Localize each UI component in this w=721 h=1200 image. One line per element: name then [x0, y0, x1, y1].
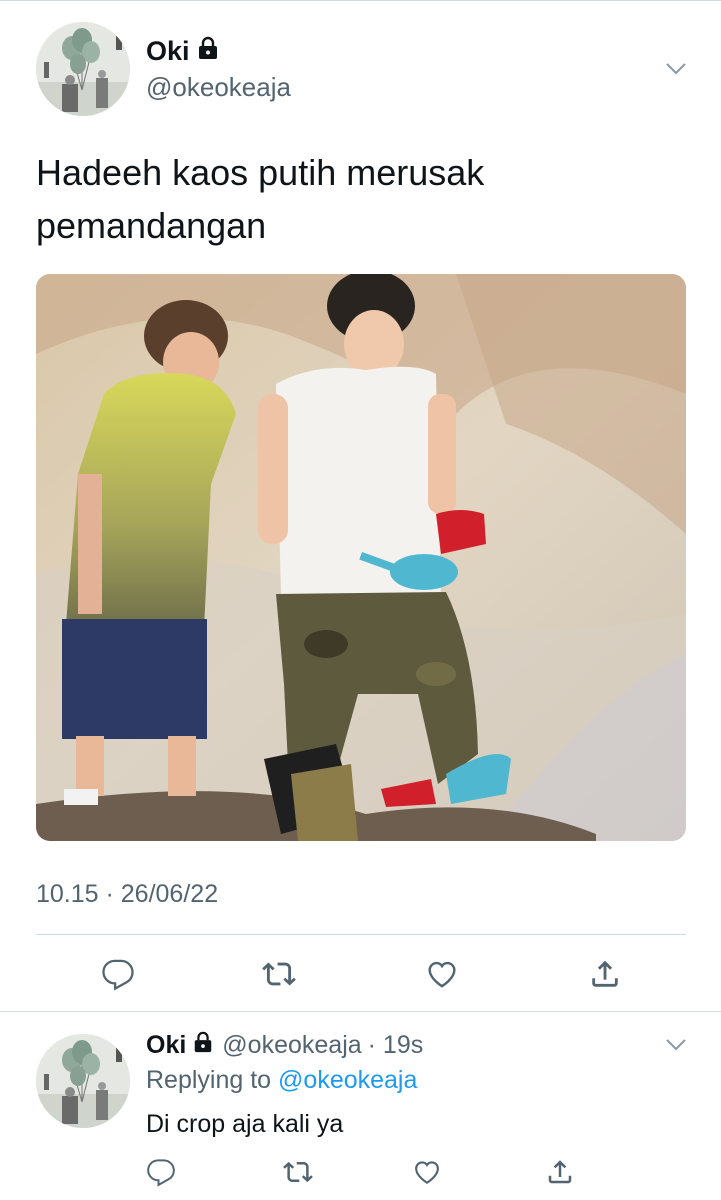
retweet-icon[interactable]	[262, 957, 296, 991]
tweet-text: Hadeeh kaos putih merusak pemandangan	[36, 152, 485, 246]
reply-text: Di crop aja kali ya	[146, 1110, 344, 1138]
lock-icon	[192, 1031, 214, 1060]
reply-author-name: Oki	[146, 1031, 187, 1059]
reply-avatar[interactable]	[36, 1034, 130, 1128]
tweet-timestamp[interactable]: 10.15 · 26/06/22	[36, 880, 218, 909]
reply-author-handle: @okeokeaja	[222, 1031, 362, 1059]
author-handle[interactable]: @okeokeaja	[146, 72, 291, 103]
replying-to-label: Replying to	[146, 1066, 272, 1094]
author-name: Oki	[146, 36, 190, 66]
reply-time: · 19s	[367, 1031, 424, 1059]
replying-to-mention[interactable]: @okeokeaja	[278, 1066, 417, 1094]
top-divider	[0, 0, 721, 1]
like-icon[interactable]	[425, 957, 459, 991]
divider	[36, 934, 686, 935]
chevron-down-icon[interactable]	[665, 62, 687, 76]
like-icon[interactable]	[412, 1157, 442, 1187]
lock-icon	[196, 36, 220, 67]
tweet-photo[interactable]	[36, 274, 686, 841]
section-divider	[0, 1011, 721, 1012]
share-icon[interactable]	[545, 1157, 575, 1187]
share-icon[interactable]	[588, 957, 622, 991]
reply-icon[interactable]	[101, 957, 135, 991]
retweet-icon[interactable]	[283, 1157, 313, 1187]
reply-icon[interactable]	[146, 1157, 176, 1187]
replying-to: Replying to @okeokeaja	[146, 1066, 417, 1095]
reply-author-row[interactable]: Oki @okeokeaja · 19s	[146, 1031, 423, 1060]
avatar[interactable]	[36, 22, 130, 116]
chevron-down-icon[interactable]	[665, 1038, 687, 1052]
author-name-row[interactable]: Oki	[146, 36, 220, 67]
